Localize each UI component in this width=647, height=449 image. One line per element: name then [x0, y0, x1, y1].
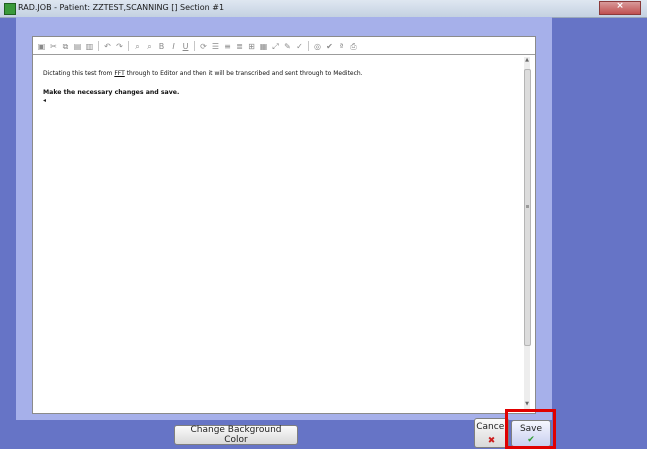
- redo-icon[interactable]: ↷: [115, 42, 124, 51]
- bold-icon[interactable]: B: [157, 42, 166, 51]
- save-button[interactable]: Save ✔: [511, 420, 551, 447]
- scroll-up-arrow-icon[interactable]: ▲: [524, 57, 530, 65]
- print-icon[interactable]: ⎙: [349, 42, 358, 51]
- numbering-icon[interactable]: ≣: [235, 42, 244, 51]
- cut-icon[interactable]: ✂: [49, 42, 58, 51]
- scroll-grip-icon: [526, 205, 529, 208]
- report-text-area[interactable]: [33, 54, 535, 414]
- table-icon[interactable]: ⊞: [247, 42, 256, 51]
- checkmark-icon[interactable]: ✔: [325, 42, 334, 51]
- cancel-button[interactable]: Cancel ✖: [474, 418, 509, 448]
- italic-icon[interactable]: I: [169, 42, 178, 51]
- app-icon: [4, 3, 16, 15]
- close-button[interactable]: ×: [599, 1, 641, 15]
- paste-icon[interactable]: ▤: [73, 42, 82, 51]
- window-title: RAD.JOB - Patient: ZZTEST,SCANNING [] Se…: [18, 3, 225, 12]
- new-icon[interactable]: ▣: [37, 42, 46, 51]
- cancel-label: Cancel: [476, 422, 507, 432]
- text-caret: ◂: [43, 97, 47, 104]
- report-line-2: Make the necessary changes and save.: [43, 89, 180, 96]
- bullets-icon[interactable]: ≡: [223, 42, 232, 51]
- insert-icon[interactable]: ▦: [259, 42, 268, 51]
- format-toolbar: ▣ ✂ ⧉ ▤ ▥ ↶ ↷ ⌕ ⌕ B I U ⟳ ☰ ≡ ≣ ⊞ ▦ ⤢ ✎ …: [35, 39, 527, 53]
- replace-icon[interactable]: ⌕: [145, 42, 154, 51]
- copy-icon[interactable]: ⧉: [61, 42, 70, 51]
- vertical-scrollbar[interactable]: ▲ ▼: [524, 57, 531, 409]
- spellcheck-icon[interactable]: ⟳: [199, 42, 208, 51]
- scroll-down-arrow-icon[interactable]: ▼: [524, 401, 530, 409]
- save-label: Save: [519, 424, 543, 434]
- scroll-thumb[interactable]: [524, 69, 531, 346]
- undo-icon[interactable]: ↶: [103, 42, 112, 51]
- title-bar: RAD.JOB - Patient: ZZTEST,SCANNING [] Se…: [0, 0, 647, 18]
- save-check-icon: ✔: [527, 435, 535, 445]
- underline-icon[interactable]: U: [181, 42, 190, 51]
- abc-icon[interactable]: ª: [337, 42, 346, 51]
- editor-frame: ▣ ✂ ⧉ ▤ ▥ ↶ ↷ ⌕ ⌕ B I U ⟳ ☰ ≡ ≣ ⊞ ▦ ⤢ ✎ …: [32, 36, 536, 414]
- find-icon[interactable]: ⌕: [133, 42, 142, 51]
- cancel-x-icon: ✖: [487, 436, 496, 446]
- editor-panel: ▣ ✂ ⧉ ▤ ▥ ↶ ↷ ⌕ ⌕ B I U ⟳ ☰ ≡ ≣ ⊞ ▦ ⤢ ✎ …: [16, 17, 552, 420]
- report-line-1: Dictating this test from FFT through to …: [43, 70, 363, 77]
- zoom-icon[interactable]: ⤢: [271, 42, 280, 51]
- paste-special-icon[interactable]: ▥: [85, 42, 94, 51]
- draw-icon[interactable]: ✎: [283, 42, 292, 51]
- fft-link[interactable]: FFT: [114, 70, 124, 77]
- align-left-icon[interactable]: ☰: [211, 42, 220, 51]
- change-background-color-button[interactable]: Change Background Color: [174, 425, 298, 445]
- binoculars-icon[interactable]: ◎: [313, 42, 322, 51]
- format-icon[interactable]: ✓: [295, 42, 304, 51]
